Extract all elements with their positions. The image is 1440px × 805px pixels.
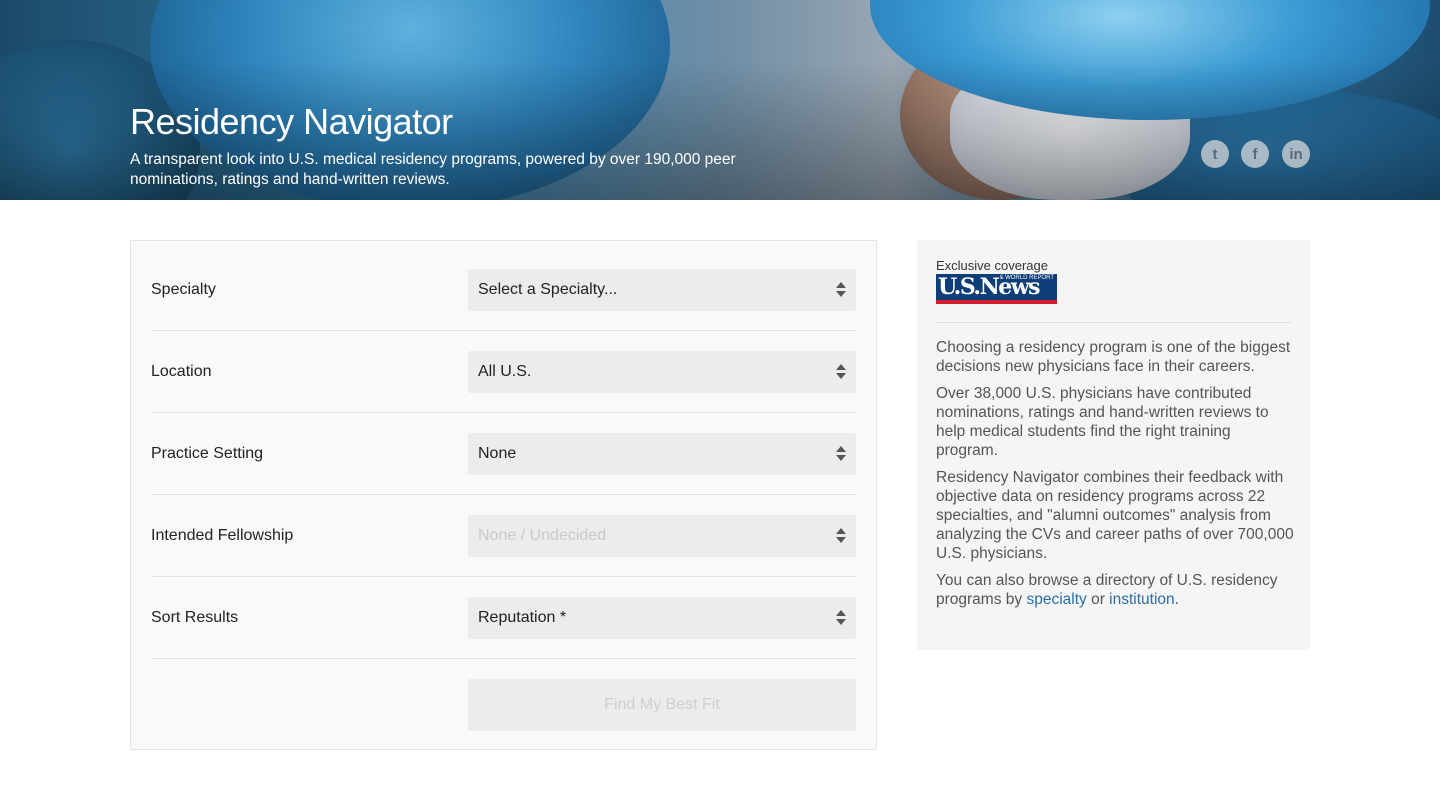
sort-results-label: Sort Results (151, 608, 239, 626)
select-arrows-icon (836, 282, 846, 298)
usnews-logo: U.S.News & WORLD REPORT (936, 274, 1057, 304)
page-title: Residency Navigator (130, 101, 453, 142)
practice-setting-label: Practice Setting (151, 444, 264, 462)
usnews-logo-tag: & WORLD REPORT (999, 275, 1054, 281)
specialty-label: Specialty (151, 280, 216, 298)
sort-results-select-value: Reputation * (478, 609, 567, 626)
page-subtitle: A transparent look into U.S. medical res… (130, 151, 736, 188)
browse-text-suffix: . (1174, 591, 1179, 608)
practice-setting-select-value: None (478, 445, 517, 462)
select-arrows-icon (836, 364, 846, 380)
sidebar-info: Exclusive coverage U.S.News & WORLD REPO… (917, 240, 1310, 650)
sidebar-paragraph: Residency Navigator combines their feedb… (936, 469, 1294, 562)
form-row-specialty: Specialty Select a Specialty... (151, 249, 856, 331)
form-row-sort-results: Sort Results Reputation * (151, 577, 856, 659)
twitter-icon[interactable]: t (1201, 140, 1229, 168)
usnews-logo-stripe (936, 300, 1057, 304)
sidebar-text: Choosing a residency program is one of t… (936, 338, 1296, 617)
intended-fellowship-label: Intended Fellowship (151, 526, 294, 544)
location-label: Location (151, 362, 212, 380)
select-arrows-icon (836, 446, 846, 462)
facebook-icon[interactable]: f (1241, 140, 1269, 168)
institution-link[interactable]: institution (1109, 591, 1174, 608)
sidebar-paragraph: Choosing a residency program is one of t… (936, 339, 1291, 375)
specialty-select[interactable]: Select a Specialty... (468, 269, 856, 311)
linkedin-icon[interactable]: in (1282, 140, 1310, 168)
form-row-intended-fellowship: Intended Fellowship None / Undecided (151, 495, 856, 577)
sidebar-divider (936, 322, 1291, 323)
browse-text-mid: or (1086, 591, 1110, 608)
exclusive-coverage-label: Exclusive coverage (936, 258, 1048, 273)
practice-setting-select[interactable]: None (468, 433, 856, 475)
search-form: Specialty Select a Specialty... Location… (130, 240, 877, 750)
location-select[interactable]: All U.S. (468, 351, 856, 393)
specialty-select-value: Select a Specialty... (478, 281, 618, 298)
form-row-practice-setting: Practice Setting None (151, 413, 856, 495)
select-arrows-icon (836, 528, 846, 544)
intended-fellowship-select[interactable]: None / Undecided (468, 515, 856, 557)
intended-fellowship-select-value: None / Undecided (478, 527, 607, 544)
sidebar-paragraph: Over 38,000 U.S. physicians have contrib… (936, 385, 1269, 459)
hero-banner: Residency Navigator A transparent look i… (0, 0, 1440, 200)
specialty-link[interactable]: specialty (1026, 591, 1086, 608)
sort-results-select[interactable]: Reputation * (468, 597, 856, 639)
select-arrows-icon (836, 610, 846, 626)
sidebar-paragraph-browse: You can also browse a directory of U.S. … (936, 571, 1296, 609)
form-row-location: Location All U.S. (151, 331, 856, 413)
find-best-fit-button[interactable]: Find My Best Fit (468, 679, 856, 731)
location-select-value: All U.S. (478, 363, 532, 380)
